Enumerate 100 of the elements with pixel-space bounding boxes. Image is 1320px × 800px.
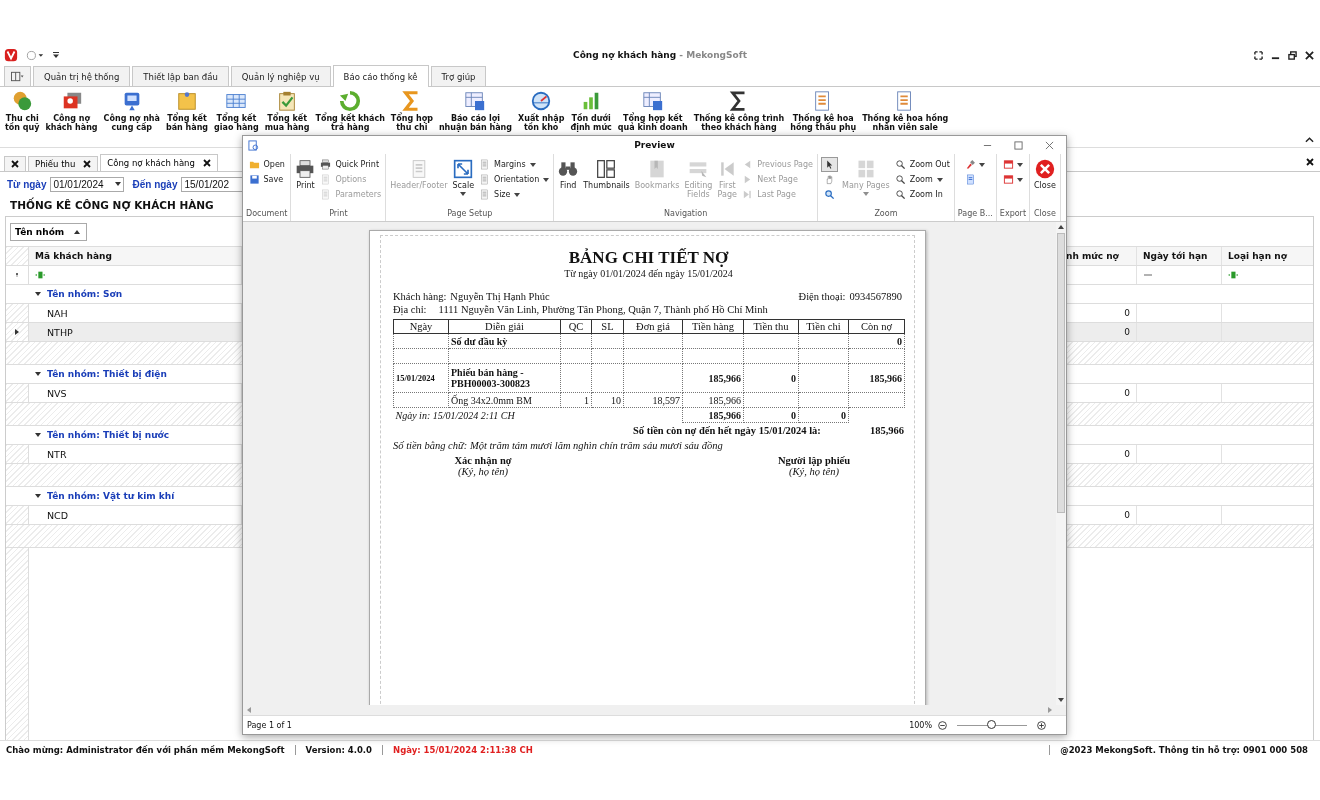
caret-icon xyxy=(115,182,122,186)
ribbon-tab[interactable]: Thiết lập ban đầu xyxy=(132,66,229,86)
field-label: Địa chỉ: xyxy=(393,304,427,315)
toolbar-button[interactable]: Zoom xyxy=(893,172,951,187)
table-row[interactable]: NTHP xyxy=(6,323,242,342)
document-subtitle: Từ ngày 01/01/2024 đến ngày 15/01/2024 xyxy=(563,268,734,279)
last-page-icon xyxy=(742,189,754,200)
ribbon-button[interactable]: Xuất nhập tồn kho xyxy=(515,90,568,132)
window-title: Công nợ khách hàng - MekongSoft xyxy=(573,50,747,60)
group-label: Print xyxy=(329,209,348,218)
scroll-down-icon[interactable] xyxy=(1058,698,1064,702)
group-label: Page B... xyxy=(957,209,993,218)
zoom-out-icon[interactable] xyxy=(938,720,947,730)
ribbon-button[interactable]: Tổng kết khách trả hàng xyxy=(312,90,388,132)
table-cell: Số dư đầu kỳ xyxy=(448,333,561,349)
form-fields-icon xyxy=(688,159,709,179)
ribbon-button[interactable]: Tổng kết mua hàng xyxy=(261,90,313,132)
page-icon xyxy=(479,189,491,200)
customize-icon[interactable] xyxy=(52,51,60,59)
table-cell: 15/01/2024 xyxy=(393,363,449,393)
collapse-caret-icon[interactable] xyxy=(35,433,41,437)
gauge-icon xyxy=(530,90,553,112)
to-date-label: Đến ngày xyxy=(132,178,178,190)
zoom-slider-thumb[interactable] xyxy=(987,719,996,729)
column-header: Tiền chi xyxy=(798,319,849,334)
toolbar-button[interactable]: Size xyxy=(478,187,551,202)
zoom-in-icon[interactable] xyxy=(1037,720,1046,730)
group-label: Tên nhóm: Thiết bị nước xyxy=(47,430,170,440)
ribbon-button[interactable]: Công nợ nhà cung cấp xyxy=(100,90,163,132)
ribbon-tab[interactable]: Trợ giúp xyxy=(430,66,487,86)
filter-condition-icon[interactable] xyxy=(1228,271,1238,279)
toolbar-button[interactable]: Print xyxy=(294,157,317,192)
tool-button[interactable] xyxy=(821,157,838,172)
table-cell: 10 xyxy=(591,392,624,408)
circle-dropdown-icon[interactable] xyxy=(26,49,44,61)
column-header: Ngày xyxy=(393,319,449,334)
close-all-tab[interactable] xyxy=(4,156,26,171)
ribbon-button[interactable]: Công nợ khách hàng xyxy=(42,90,101,132)
document-tab[interactable]: Phiếu thu xyxy=(28,156,99,171)
export-icon xyxy=(1002,159,1014,170)
ribbon-button[interactable]: Báo cáo lợi nhuận bán hàng xyxy=(435,90,515,132)
hand-icon xyxy=(824,174,835,185)
filter-condition-icon[interactable] xyxy=(35,271,45,279)
signature-note: (Ký, họ tên) xyxy=(458,466,508,477)
toolbar-button[interactable]: Quick Print xyxy=(319,157,383,172)
column-header[interactable]: Loại hạn nợ xyxy=(1222,247,1313,265)
ribbon-button[interactable]: Tổng hợp kết quả kinh doanh xyxy=(614,90,691,132)
coin-icon xyxy=(11,90,34,112)
toolbar-button[interactable]: Zoom In xyxy=(893,187,951,202)
ribbon-tab[interactable]: Quản lý nghiệp vụ xyxy=(230,66,331,86)
column-header: Tiền hàng xyxy=(682,319,744,334)
group-by-button[interactable]: Tên nhóm xyxy=(10,222,88,241)
table-icon xyxy=(641,90,664,112)
ribbon-button[interactable]: Thống kê hoa hồng thầu phụ xyxy=(787,90,860,132)
scroll-up-icon[interactable] xyxy=(1058,225,1064,229)
expand-icon[interactable] xyxy=(1254,50,1263,60)
document-tab[interactable]: Công nợ khách hàng xyxy=(100,154,218,171)
group-label: Tên nhóm: Sơn xyxy=(47,289,123,299)
toolbar-button[interactable]: Zoom Out xyxy=(893,157,951,172)
close-icon[interactable] xyxy=(202,159,211,167)
ribbon-button[interactable]: Thu chi tồn quỹ xyxy=(2,90,43,132)
field-label: Khách hàng: xyxy=(393,291,447,302)
total-cell: 185,966 xyxy=(682,407,744,423)
close-icon xyxy=(1034,159,1055,179)
printer-icon xyxy=(320,159,332,170)
toolbar-button[interactable]: Find xyxy=(557,157,580,192)
signature-note: (Ký, họ tên) xyxy=(789,466,839,477)
ribbon-button[interactable]: Tồn dưới định mức xyxy=(567,90,615,132)
close-icon[interactable] xyxy=(83,160,92,168)
toolbar-button[interactable]: Save xyxy=(247,172,286,187)
row-indicator-cell xyxy=(6,304,29,322)
from-date-field[interactable]: 01/01/2024 xyxy=(50,176,125,192)
ribbon-button[interactable]: Thống kê công trình theo khách hàng xyxy=(690,90,788,132)
refresh-icon xyxy=(339,90,362,112)
toolbar-button[interactable]: Open xyxy=(247,157,286,172)
column-header: Còn nợ xyxy=(848,319,905,334)
toolbar-button[interactable]: Orientation xyxy=(478,172,551,187)
toolbar-button[interactable]: Margins xyxy=(478,157,551,172)
collapse-caret-icon[interactable] xyxy=(35,292,41,296)
column-header[interactable]: Ngày tới hạn xyxy=(1137,247,1222,265)
toolbar-button[interactable]: Scale xyxy=(451,157,476,198)
ribbon-view-button[interactable] xyxy=(4,66,31,86)
ribbon-button[interactable]: Tổng kết bán hàng xyxy=(162,90,212,132)
close-icon[interactable] xyxy=(1306,158,1314,166)
ribbon-tab[interactable]: Quản trị hệ thống xyxy=(33,66,131,86)
ribbon-button[interactable]: Thống kê hoa hồng nhân viên sale xyxy=(859,90,952,132)
close-icon[interactable] xyxy=(1305,50,1314,60)
date-text: Ngày: 15/01/2024 2:11:38 CH xyxy=(393,745,533,755)
vertical-scrollbar[interactable] xyxy=(1056,222,1066,705)
restore-icon[interactable] xyxy=(1288,50,1297,60)
toolbar-button[interactable]: Close xyxy=(1033,157,1057,192)
ribbon-tab[interactable]: Báo cáo thống kê xyxy=(332,65,429,87)
collapse-ribbon-icon[interactable] xyxy=(1305,137,1314,143)
toolbar-button[interactable]: Thumbnails xyxy=(582,157,631,192)
collapse-caret-icon[interactable] xyxy=(35,372,41,376)
thumbnails-icon xyxy=(596,159,617,179)
table-cell: 0 xyxy=(848,333,905,349)
collapse-caret-icon[interactable] xyxy=(35,494,41,498)
ribbon-button[interactable]: Tổng kết giao hàng xyxy=(211,90,262,132)
ribbon-button[interactable]: Tổng hợp thu chi xyxy=(387,90,436,132)
